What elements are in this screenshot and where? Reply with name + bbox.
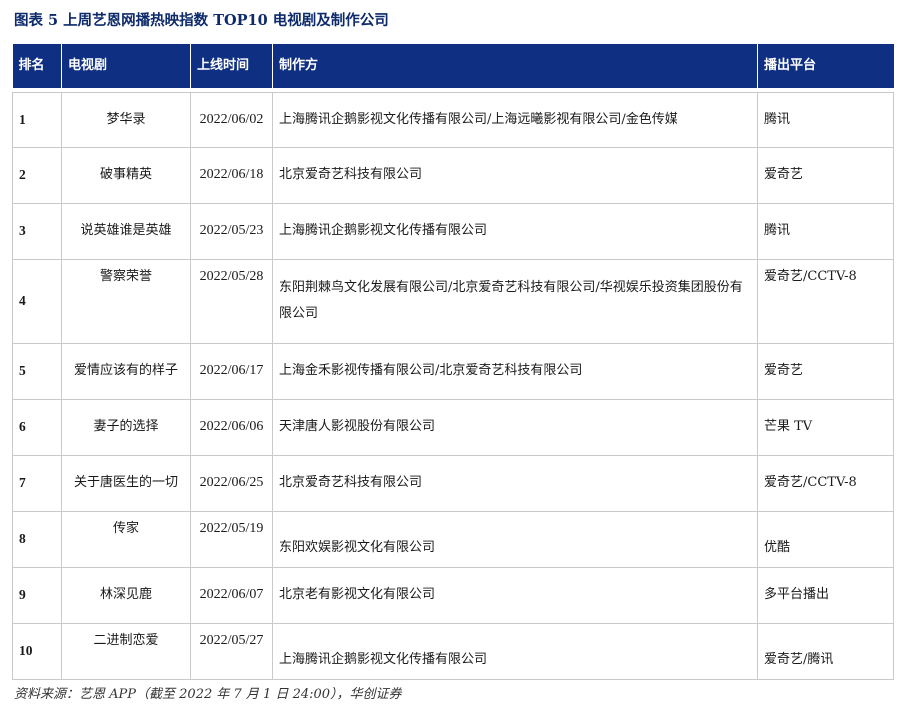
- header-date: 上线时间: [190, 44, 273, 88]
- rank-cell: 6: [12, 398, 62, 456]
- drama-cell: 破事精英: [61, 146, 191, 204]
- date-cell: 2022/06/25: [190, 454, 273, 512]
- drama-cell: 关于唐医生的一切: [61, 454, 191, 512]
- drama-cell: 林深见鹿: [61, 566, 191, 624]
- ranking-table: 排名 电视剧 上线时间 制作方 播出平台 1 梦华录 2022/06/02 上海…: [12, 44, 894, 680]
- rank-cell: 9: [12, 566, 62, 624]
- table-row: 3 说英雄谁是英雄 2022/05/23 上海腾讯企鹅影视文化传播有限公司 腾讯: [12, 202, 894, 260]
- producer-cell: 天津唐人影视股份有限公司: [272, 398, 758, 456]
- producer-cell: 上海腾讯企鹅影视文化传播有限公司: [272, 622, 758, 680]
- table-row: 9 林深见鹿 2022/06/07 北京老有影视文化有限公司 多平台播出: [12, 566, 894, 624]
- rank-cell: 2: [12, 146, 62, 204]
- producer-cell: 东阳荆棘鸟文化发展有限公司/北京爱奇艺科技有限公司/华视娱乐投资集团股份有限公司: [272, 258, 758, 344]
- rank-cell: 10: [12, 622, 62, 680]
- producer-cell: 北京老有影视文化有限公司: [272, 566, 758, 624]
- platform-cell: 芒果 TV: [757, 398, 894, 456]
- platform-cell: 爱奇艺: [757, 146, 894, 204]
- platform-cell: 多平台播出: [757, 566, 894, 624]
- drama-cell: 说英雄谁是英雄: [61, 202, 191, 260]
- drama-cell: 爱情应该有的样子: [61, 342, 191, 400]
- drama-cell: 妻子的选择: [61, 398, 191, 456]
- date-cell: 2022/06/02: [190, 91, 273, 148]
- table-row: 10 二进制恋爱 2022/05/27 上海腾讯企鹅影视文化传播有限公司 爱奇艺…: [12, 622, 894, 680]
- platform-cell: 爱奇艺/CCTV-8: [757, 454, 894, 512]
- date-cell: 2022/05/19: [190, 510, 273, 568]
- producer-cell: 东阳欢娱影视文化有限公司: [272, 510, 758, 568]
- rank-cell: 1: [12, 91, 62, 148]
- rank-cell: 5: [12, 342, 62, 400]
- platform-cell: 爱奇艺/腾讯: [757, 622, 894, 680]
- drama-cell: 梦华录: [61, 91, 191, 148]
- producer-cell: 北京爱奇艺科技有限公司: [272, 454, 758, 512]
- rank-cell: 7: [12, 454, 62, 512]
- producer-cell: 上海金禾影视传播有限公司/北京爱奇艺科技有限公司: [272, 342, 758, 400]
- platform-cell: 腾讯: [757, 91, 894, 148]
- drama-cell: 传家: [61, 510, 191, 568]
- rank-cell: 8: [12, 510, 62, 568]
- date-cell: 2022/05/23: [190, 202, 273, 260]
- table-row: 6 妻子的选择 2022/06/06 天津唐人影视股份有限公司 芒果 TV: [12, 398, 894, 456]
- date-cell: 2022/06/18: [190, 146, 273, 204]
- header-drama: 电视剧: [61, 44, 191, 88]
- platform-cell: 腾讯: [757, 202, 894, 260]
- rank-cell: 4: [12, 258, 62, 344]
- platform-cell: 爱奇艺/CCTV-8: [757, 258, 894, 344]
- page-title: 图表 5 上周艺恩网播热映指数 TOP10 电视剧及制作公司: [14, 12, 389, 29]
- rank-cell: 3: [12, 202, 62, 260]
- producer-cell: 上海腾讯企鹅影视文化传播有限公司: [272, 202, 758, 260]
- header-platform: 播出平台: [757, 44, 894, 88]
- header-producer: 制作方: [272, 44, 758, 88]
- table-row: 1 梦华录 2022/06/02 上海腾讯企鹅影视文化传播有限公司/上海远曦影视…: [12, 91, 894, 148]
- date-cell: 2022/06/17: [190, 342, 273, 400]
- table-row: 7 关于唐医生的一切 2022/06/25 北京爱奇艺科技有限公司 爱奇艺/CC…: [12, 454, 894, 512]
- date-cell: 2022/06/06: [190, 398, 273, 456]
- date-cell: 2022/05/28: [190, 258, 273, 344]
- producer-cell: 北京爱奇艺科技有限公司: [272, 146, 758, 204]
- platform-cell: 爱奇艺: [757, 342, 894, 400]
- table-row: 8 传家 2022/05/19 东阳欢娱影视文化有限公司 优酷: [12, 510, 894, 568]
- header-rank: 排名: [12, 44, 62, 88]
- table-row: 4 警察荣誉 2022/05/28 东阳荆棘鸟文化发展有限公司/北京爱奇艺科技有…: [12, 258, 894, 344]
- drama-cell: 警察荣誉: [61, 258, 191, 344]
- producer-cell: 上海腾讯企鹅影视文化传播有限公司/上海远曦影视有限公司/金色传媒: [272, 91, 758, 148]
- platform-cell: 优酷: [757, 510, 894, 568]
- table-row: 2 破事精英 2022/06/18 北京爱奇艺科技有限公司 爱奇艺: [12, 146, 894, 204]
- table-row: 5 爱情应该有的样子 2022/06/17 上海金禾影视传播有限公司/北京爱奇艺…: [12, 342, 894, 400]
- source-note: 资料来源：艺恩 APP（截至 2022 年 7 月 1 日 24:00），华创证…: [14, 687, 402, 702]
- drama-cell: 二进制恋爱: [61, 622, 191, 680]
- date-cell: 2022/06/07: [190, 566, 273, 624]
- ranking-table-container: 排名 电视剧 上线时间 制作方 播出平台 1 梦华录 2022/06/02 上海…: [12, 44, 894, 680]
- table-header-row: 排名 电视剧 上线时间 制作方 播出平台: [12, 44, 894, 88]
- date-cell: 2022/05/27: [190, 622, 273, 680]
